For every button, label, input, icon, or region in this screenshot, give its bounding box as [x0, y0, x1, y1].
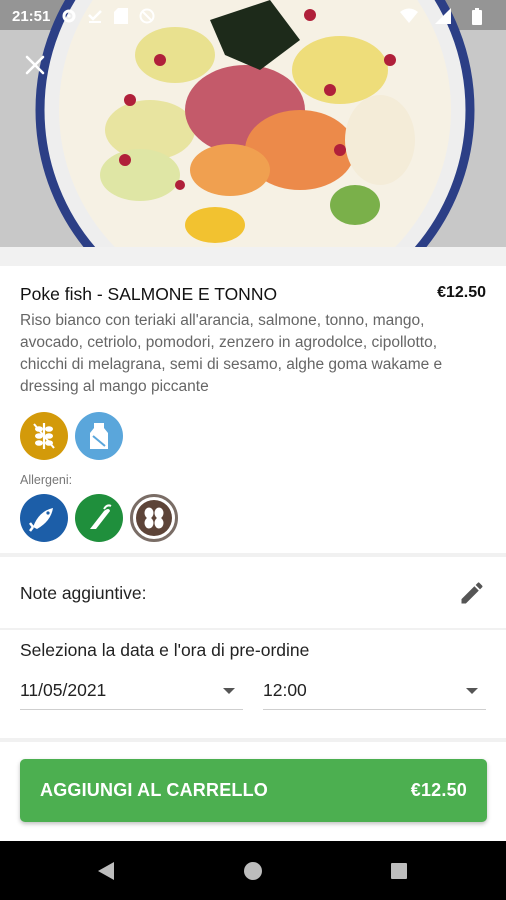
edit-notes-button[interactable] [458, 579, 486, 607]
battery-icon [468, 7, 486, 25]
preorder-section: Seleziona la data e l'ora di pre-ordine … [0, 630, 506, 738]
add-to-cart-price: €12.50 [410, 780, 467, 800]
date-value: 11/05/2021 [20, 680, 107, 700]
footer: AGGIUNGI AL CARRELLO €12.50 [0, 742, 506, 841]
time-value: 12:00 [263, 680, 307, 700]
close-icon [25, 55, 45, 75]
sesame-allergen-icon [130, 494, 178, 542]
pencil-icon [461, 582, 483, 604]
poke-bowl-illustration [0, 0, 506, 247]
recents-square-icon [391, 862, 407, 879]
download-done-icon [86, 7, 104, 25]
settings-icon [60, 7, 78, 25]
notes-row[interactable]: Note aggiuntive: [0, 557, 506, 628]
close-button[interactable] [18, 48, 52, 82]
status-bar: 21:51 [0, 0, 506, 32]
home-button[interactable] [223, 841, 283, 900]
lactose-free-icon [75, 412, 123, 460]
celery-allergen-icon [75, 494, 123, 542]
wifi-icon [400, 7, 418, 25]
date-select[interactable]: 11/05/2021 [20, 676, 243, 710]
recents-button[interactable] [369, 841, 429, 900]
product-description: Riso bianco con teriaki all'arancia, sal… [20, 312, 443, 395]
product-price: €12.50 [437, 284, 486, 301]
product-header: Poke fish - SALMONE E TONNO €12.50 [20, 284, 486, 305]
notes-label: Note aggiuntive: [20, 583, 147, 603]
add-to-cart-button[interactable]: AGGIUNGI AL CARRELLO €12.50 [20, 759, 487, 822]
time-select[interactable]: 12:00 [263, 676, 486, 710]
home-circle-icon [244, 861, 262, 880]
preorder-label: Seleziona la data e l'ora di pre-ordine [20, 640, 310, 660]
signal-icon [434, 7, 452, 25]
product-name: Poke fish - SALMONE E TONNO [20, 284, 278, 304]
sd-card-icon [112, 7, 130, 25]
product-details: Poke fish - SALMONE E TONNO €12.50 Riso … [0, 266, 506, 553]
status-time: 21:51 [12, 7, 51, 25]
system-nav-bar [0, 841, 506, 900]
add-to-cart-label: AGGIUNGI AL CARRELLO [40, 780, 268, 800]
product-image [0, 0, 506, 247]
dropdown-arrow-icon [466, 688, 478, 694]
dropdown-arrow-icon [223, 688, 235, 694]
no-disturb-icon [138, 7, 156, 25]
back-triangle-icon [98, 861, 114, 880]
fish-allergen-icon [20, 494, 68, 542]
gluten-free-icon [20, 412, 68, 460]
back-button[interactable] [76, 841, 136, 900]
allergens-label: Allergeni: [20, 473, 73, 487]
